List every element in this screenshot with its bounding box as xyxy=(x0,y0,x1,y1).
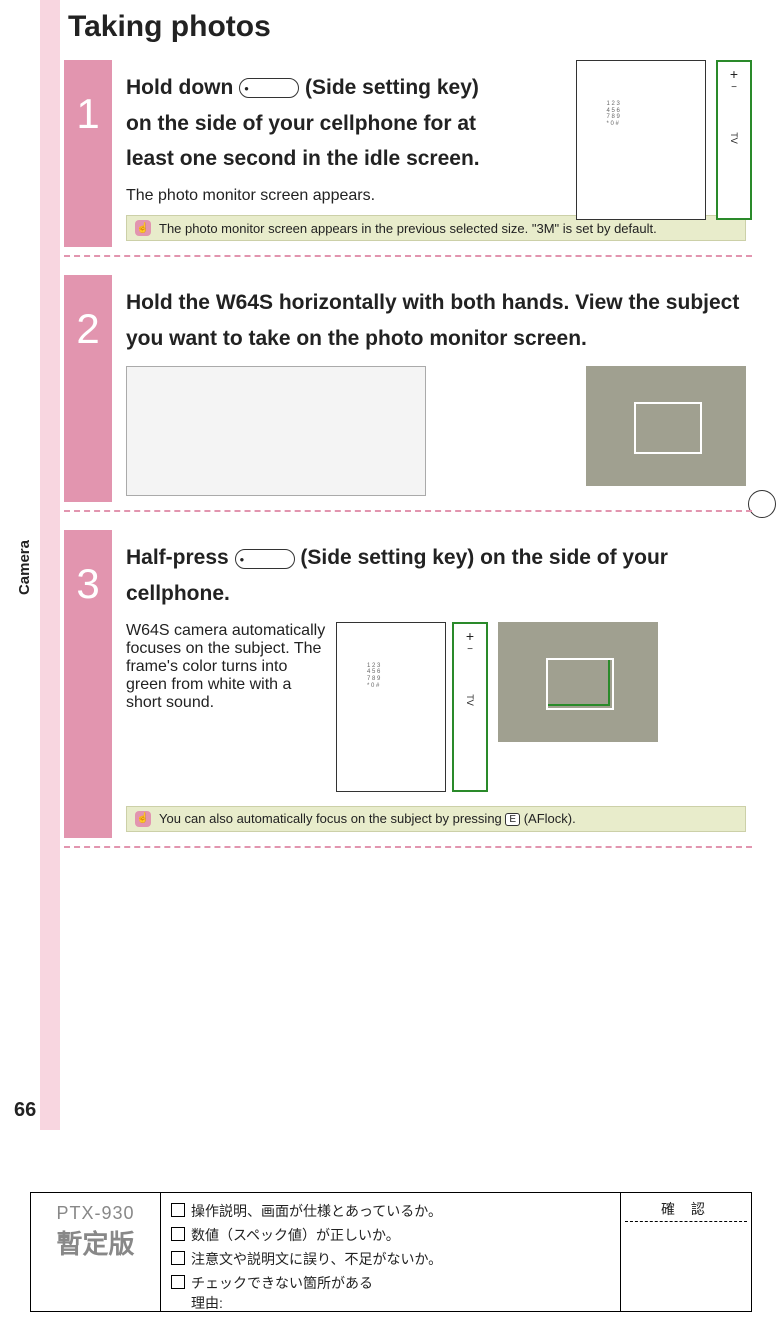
step-1: 1 Hold down (Side setting key) on the si… xyxy=(64,60,752,247)
check-row: チェックできない箇所がある 理由: xyxy=(171,1273,610,1313)
check-label: チェックできない箇所がある xyxy=(191,1275,373,1291)
main-content: Taking photos 1 Hold down (Side setting … xyxy=(64,0,752,866)
step-body: Hold the W64S horizontally with both han… xyxy=(112,275,752,502)
step-subtext: W64S camera automatically focuses on the… xyxy=(126,622,326,712)
page-number: 66 xyxy=(14,1099,36,1122)
e-key-icon: E xyxy=(505,813,520,826)
footer-model-col: PTX-930 暫定版 xyxy=(31,1193,161,1311)
hand-point-icon: ☝ xyxy=(135,811,151,827)
check-row: 数値（スペック値）が正しいか。 xyxy=(171,1225,610,1245)
step-2: 2 Hold the W64S horizontally with both h… xyxy=(64,275,752,502)
step-divider xyxy=(64,510,752,512)
note-box: ☝ You can also automatically focus on th… xyxy=(126,806,746,832)
phone-illustration: 1 2 34 5 67 8 9* 0 # xyxy=(576,60,706,220)
check-label: 操作説明、画面が仕様とあっているか。 xyxy=(191,1201,442,1221)
review-footer: PTX-930 暫定版 操作説明、画面が仕様とあっているか。 数値（スペック値）… xyxy=(30,1192,752,1312)
focus-frame-green xyxy=(546,658,610,706)
step-number: 3 xyxy=(64,530,112,837)
step-number: 2 xyxy=(64,275,112,502)
page-edge-marker xyxy=(748,490,776,518)
phone-illustration-group: 1 2 34 5 67 8 9* 0 # + − TV xyxy=(336,622,488,792)
step-number: 1 xyxy=(64,60,112,247)
photo-preview-green-frame xyxy=(498,622,658,742)
side-tab-camera: Camera xyxy=(16,540,33,595)
phone-illustration: 1 2 34 5 67 8 9* 0 # xyxy=(336,622,446,792)
tv-label: TV xyxy=(729,132,739,144)
step3-row: W64S camera automatically focuses on the… xyxy=(126,622,746,792)
step-body: Half-press (Side setting key) on the sid… xyxy=(112,530,752,837)
phone-illustration-group: 1 2 34 5 67 8 9* 0 # + − TV xyxy=(576,60,752,220)
check-label: 注意文や説明文に誤り、不足がないか。 xyxy=(191,1249,442,1269)
side-key-callout: + − TV xyxy=(452,622,488,792)
step-heading: Hold the W64S horizontally with both han… xyxy=(126,285,746,356)
step-body: Hold down (Side setting key) on the side… xyxy=(112,60,752,247)
photo-preview-white-frame xyxy=(586,366,746,486)
checkbox-icon[interactable] xyxy=(171,1203,185,1217)
confirm-label: 確 認 xyxy=(625,1197,747,1222)
minus-icon: − xyxy=(454,644,486,655)
side-setting-key-icon xyxy=(239,78,299,98)
plus-icon: + xyxy=(718,66,750,82)
step-divider xyxy=(64,846,752,848)
step-heading: Hold down (Side setting key) on the side… xyxy=(126,70,486,177)
heading-text-before: Half-press xyxy=(126,546,235,569)
check-label-group: チェックできない箇所がある 理由: xyxy=(191,1273,373,1313)
horizontal-phone-illustration xyxy=(126,366,426,496)
check-row: 注意文や説明文に誤り、不足がないか。 xyxy=(171,1249,610,1269)
illustration-row xyxy=(126,366,746,496)
checkbox-icon[interactable] xyxy=(171,1275,185,1289)
model-code: PTX-930 xyxy=(35,1203,156,1224)
side-setting-key-icon xyxy=(235,549,295,569)
checkbox-icon[interactable] xyxy=(171,1251,185,1265)
check-row: 操作説明、画面が仕様とあっているか。 xyxy=(171,1201,610,1221)
check-label: 数値（スペック値）が正しいか。 xyxy=(191,1225,400,1245)
page-title: Taking photos xyxy=(68,10,752,44)
hand-point-icon: ☝ xyxy=(135,220,151,236)
side-color-stripe xyxy=(40,0,60,1130)
plus-icon: + xyxy=(454,628,486,644)
step-divider xyxy=(64,255,752,257)
heading-text-before: Hold down xyxy=(126,76,239,99)
note-text: You can also automatically focus on the … xyxy=(159,811,576,826)
reason-label: 理由: xyxy=(191,1295,223,1311)
footer-confirm-col: 確 認 xyxy=(621,1193,751,1311)
phone-keypad-illustration: 1 2 34 5 67 8 9* 0 # xyxy=(367,663,380,689)
minus-icon: − xyxy=(718,82,750,93)
tv-label: TV xyxy=(465,694,475,706)
note-text: The photo monitor screen appears in the … xyxy=(159,221,657,236)
footer-checklist-col: 操作説明、画面が仕様とあっているか。 数値（スペック値）が正しいか。 注意文や説… xyxy=(161,1193,621,1311)
checkbox-icon[interactable] xyxy=(171,1227,185,1241)
step-3: 3 Half-press (Side setting key) on the s… xyxy=(64,530,752,837)
tentative-label: 暫定版 xyxy=(35,1224,156,1261)
phone-keypad-illustration: 1 2 34 5 67 8 9* 0 # xyxy=(607,101,620,127)
note-before: You can also automatically focus on the … xyxy=(159,811,505,826)
step-heading: Half-press (Side setting key) on the sid… xyxy=(126,540,746,611)
side-key-callout: + − TV xyxy=(716,60,752,220)
note-after: (AFlock). xyxy=(524,811,576,826)
